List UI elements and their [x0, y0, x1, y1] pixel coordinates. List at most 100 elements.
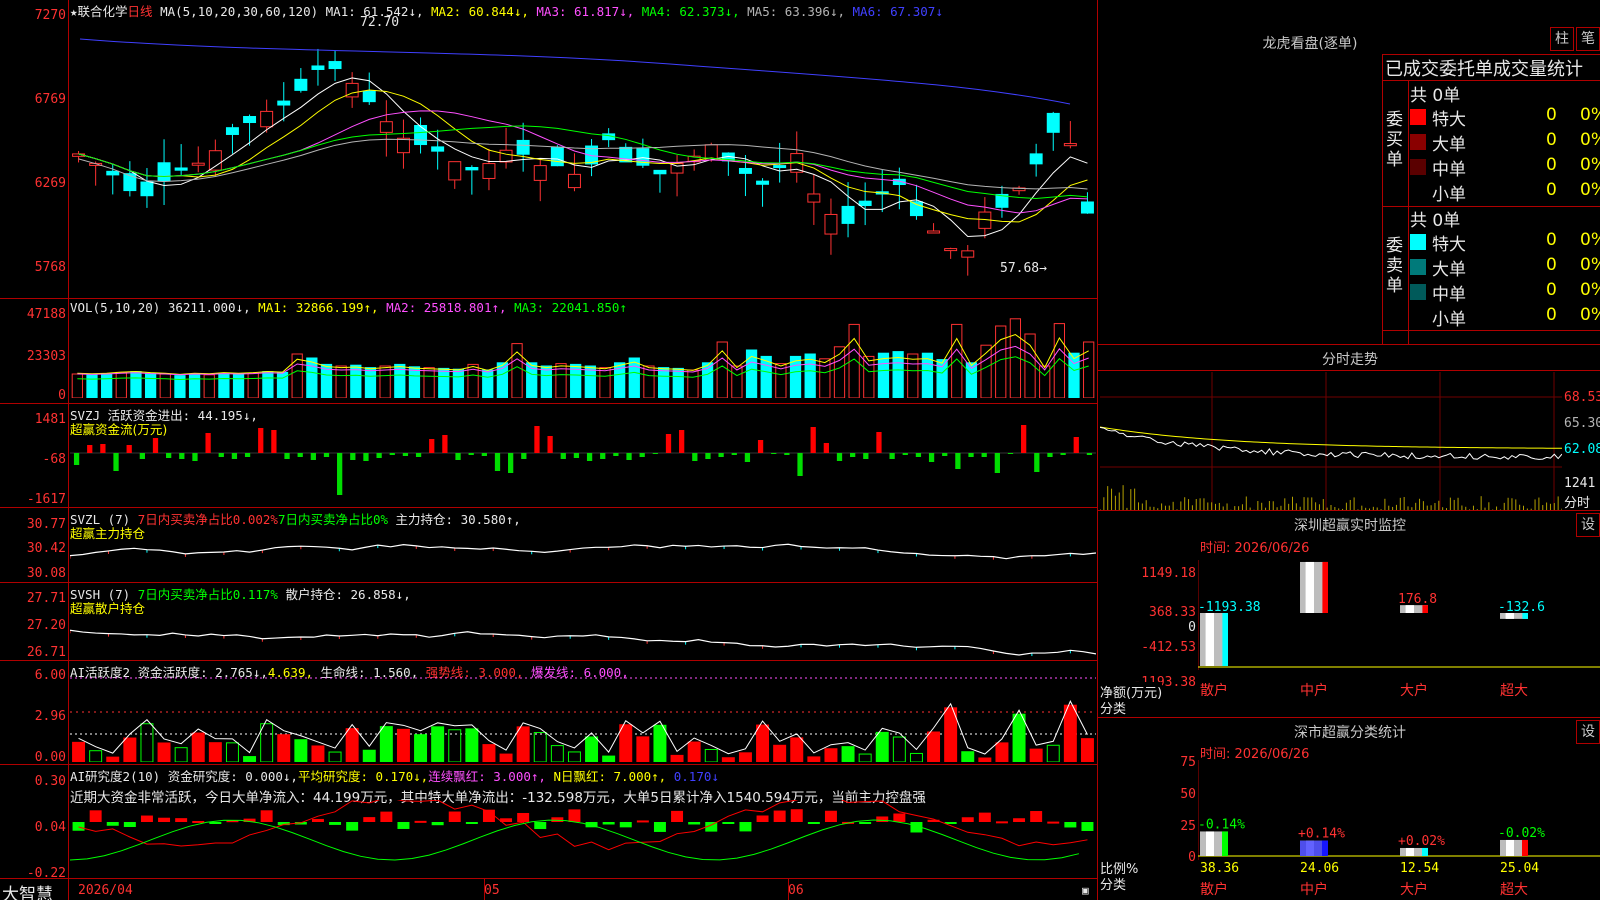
research-bar [722, 822, 735, 824]
bar-mode-button[interactable]: 柱 [1550, 27, 1574, 51]
research-line [78, 800, 1088, 851]
ma-line [78, 110, 1088, 214]
activity-chart[interactable] [70, 672, 1096, 762]
flow-bar [679, 430, 685, 453]
research-bar [876, 816, 889, 822]
volume-bar [584, 365, 596, 398]
flow-bar [889, 453, 895, 459]
volume-bar [907, 353, 919, 398]
activity-bar [790, 737, 804, 762]
intraday-avg-line [1100, 426, 1562, 449]
research-bar [192, 820, 205, 823]
research-bar [807, 822, 820, 824]
bar-delta-label: +0.02% [1398, 834, 1445, 849]
month-divider [788, 879, 789, 900]
flow-bar [1047, 453, 1053, 457]
flow-bar [836, 453, 843, 461]
activity-bar [704, 748, 718, 762]
candle-body [260, 110, 274, 128]
order-count: 0 [1546, 130, 1557, 150]
flow-bar [402, 453, 409, 456]
candle-body [773, 165, 787, 169]
svsh-tick: 26.71 [26, 645, 66, 660]
candle-body [944, 248, 958, 252]
volume-bar [144, 372, 157, 398]
activity-bar [773, 744, 787, 762]
sz-class-settings-button[interactable]: 设 [1576, 720, 1600, 744]
research-chart[interactable] [70, 800, 1096, 876]
activity-bar [841, 746, 855, 762]
volume-bar [335, 365, 347, 398]
flow-bar [757, 440, 764, 453]
intraday-chart[interactable] [1100, 372, 1562, 510]
sz-class-chart[interactable]: -0.14% 38.36 散户 +0.14% 24.06 中户 +0.02% 12.54 大户 -… [1198, 760, 1600, 900]
volume-bar [218, 372, 230, 398]
sz-monitor-chart[interactable]: -1193.38 散户 1149.18 中户 176.8 大户 -132.6 超大 [1198, 560, 1600, 720]
candle-body [1080, 201, 1094, 214]
activity-bar [653, 724, 667, 762]
research-bar [756, 815, 769, 822]
buy-total: 共 0单 [1410, 86, 1461, 106]
price-tick: 6269 [34, 176, 66, 191]
research-bar [636, 820, 649, 823]
activity-bar [738, 752, 752, 762]
volume-chart[interactable] [70, 318, 1096, 398]
lock-icon[interactable]: ▣ [1082, 884, 1089, 897]
main-holding-line[interactable] [70, 530, 1096, 580]
divider [1097, 510, 1600, 511]
flow-bar [152, 438, 159, 453]
candlestick-chart[interactable] [70, 14, 1096, 296]
activity-bar [482, 744, 496, 762]
research-line-green [70, 819, 1080, 861]
bar-edge [1222, 613, 1228, 666]
flow-bar [1073, 437, 1079, 453]
order-type-label: 小单 [1432, 185, 1466, 205]
candle-body [396, 137, 410, 154]
activity-bar [499, 753, 513, 762]
activity-bar [328, 751, 342, 762]
order-percent: 0% [1580, 305, 1600, 325]
volume-bar [892, 351, 904, 398]
volume-bar [657, 367, 670, 398]
tick-mode-button[interactable]: 笔 [1576, 27, 1600, 51]
candle-body [841, 205, 855, 224]
divider [1382, 330, 1600, 331]
flow-bar [928, 453, 935, 462]
activity-bar [961, 751, 975, 762]
flow-bar [1007, 453, 1014, 454]
flow-bar [205, 433, 211, 453]
order-count: 0 [1546, 230, 1557, 250]
ai2-value: 0.170↓ [673, 769, 719, 784]
bar-highlight [1506, 839, 1514, 856]
sz-class-tick: 75 [1180, 755, 1196, 770]
retail-holding-line[interactable] [70, 605, 1096, 659]
month-label: 06 [788, 883, 804, 898]
sz-monitor-settings-button[interactable]: 设 [1576, 513, 1600, 537]
flow-bar [573, 453, 580, 458]
color-swatch [1410, 134, 1426, 150]
volume-bar [364, 367, 377, 398]
flow-bar [968, 453, 974, 457]
sell-row: 中单 0 0% [1408, 280, 1600, 305]
flow-bar [1060, 453, 1066, 455]
bar-edge [1422, 847, 1428, 856]
flow-bar [771, 453, 777, 454]
flow-bar [850, 453, 856, 457]
money-flow-chart[interactable] [70, 425, 1096, 495]
svzj-tick: 1481 [34, 412, 66, 427]
vol-ma1: MA1: 32866.199↑, [258, 300, 379, 315]
flow-bar [481, 453, 487, 456]
ma-line [78, 77, 1088, 238]
research-bar [1081, 822, 1094, 831]
flow-bar [192, 453, 198, 461]
svzl-ratio-b: 7日内买卖净占比0% [277, 512, 389, 527]
research-bar [619, 822, 632, 828]
flow-bar [271, 430, 277, 453]
research-bar [363, 817, 376, 822]
volume-bar [408, 366, 421, 398]
flow-bar [547, 436, 553, 453]
activity-bar [807, 756, 821, 762]
research-bar [329, 822, 342, 825]
volume-bar [130, 371, 142, 398]
color-swatch [1410, 284, 1426, 300]
